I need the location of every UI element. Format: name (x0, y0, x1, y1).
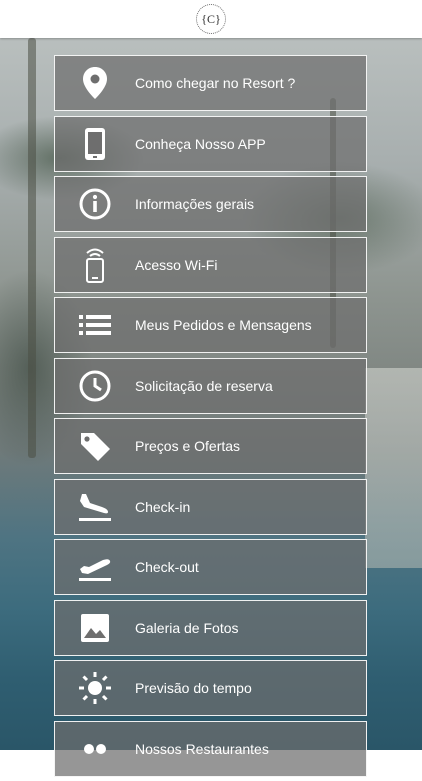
menu-item-label: Check-in (135, 498, 191, 515)
location-pin-icon (55, 56, 135, 110)
logo-text: {C} (201, 11, 221, 26)
menu-item-check-in[interactable]: Check-in (54, 478, 367, 535)
info-icon (55, 177, 135, 231)
menu-item-photo-gallery[interactable]: Galeria de Fotos (54, 599, 367, 656)
menu-item-restaurants[interactable]: Nossos Restaurantes (54, 720, 367, 777)
restaurant-icon (55, 722, 135, 776)
menu-item-label: Conheça Nosso APP (135, 135, 266, 152)
palm-trunk (28, 38, 36, 458)
menu-item-label: Check-out (135, 559, 199, 575)
photo-gallery-icon (55, 601, 135, 655)
menu-item-label: Como chegar no Resort ? (135, 75, 296, 91)
menu-item-prices-offers[interactable]: Preços e Ofertas (54, 418, 367, 474)
menu-item-directions[interactable]: Como chegar no Resort ? (54, 55, 367, 111)
menu-item-label: Galeria de Fotos (135, 619, 239, 636)
sun-icon (55, 661, 135, 715)
menu-item-label: Solicitação de reserva (135, 377, 273, 394)
menu-item-reservation[interactable]: Solicitação de reserva (54, 357, 367, 414)
menu-item-label: Preços e Ofertas (135, 438, 241, 454)
top-bar: {C} (0, 0, 422, 38)
menu-item-label: Acesso Wi-Fi (135, 256, 218, 273)
menu-item-label: Meus Pedidos e Mensagens (135, 317, 312, 333)
resort-logo[interactable]: {C} (196, 4, 226, 34)
list-icon (55, 298, 135, 352)
menu-item-wifi[interactable]: Acesso Wi-Fi (54, 236, 367, 293)
smartphone-icon (55, 117, 135, 171)
clock-icon (55, 359, 135, 413)
resort-building (365, 368, 422, 568)
menu-item-label: Previsão do tempo (135, 680, 252, 696)
menu-item-orders-messages[interactable]: Meus Pedidos e Mensagens (54, 297, 367, 353)
wifi-phone-icon (55, 238, 135, 292)
menu-item-label: Nossos Restaurantes (135, 740, 269, 757)
price-tag-icon (55, 419, 135, 473)
main-menu: Como chegar no Resort ? Conheça Nosso AP… (54, 55, 367, 781)
plane-takeoff-icon (55, 540, 135, 594)
menu-item-app[interactable]: Conheça Nosso APP (54, 115, 367, 172)
menu-item-check-out[interactable]: Check-out (54, 539, 367, 595)
menu-item-label: Informações gerais (135, 196, 255, 212)
menu-item-weather[interactable]: Previsão do tempo (54, 660, 367, 716)
menu-item-general-info[interactable]: Informações gerais (54, 176, 367, 232)
plane-landing-icon (55, 480, 135, 534)
